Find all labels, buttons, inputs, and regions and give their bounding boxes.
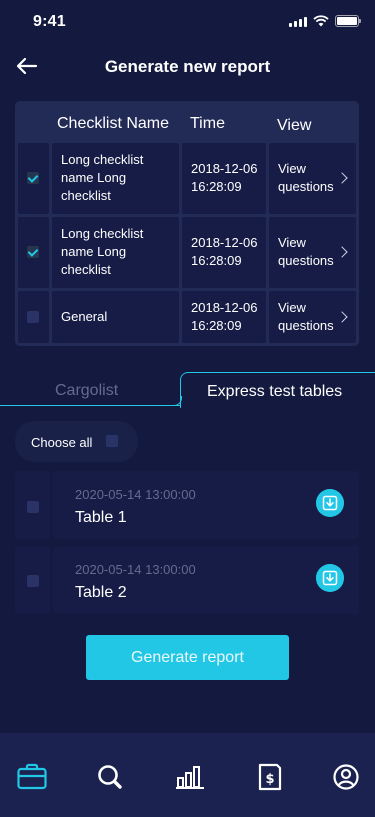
checklist-date: 2018-12-06 [191,235,258,250]
invoice-dollar-icon[interactable]: $ [254,761,286,793]
table-name: Table 1 [75,509,127,526]
row-checkbox[interactable] [27,501,39,513]
briefcase-icon[interactable] [16,761,48,793]
view-questions-link[interactable]: View questions [269,143,356,214]
svg-text:$: $ [265,772,274,787]
checklist-time: 16:28:09 [191,179,242,194]
checklist-name-line: name Long [61,244,127,259]
checklist-date: 2018-12-06 [191,161,258,176]
tab-express-test-tables[interactable]: Express test tables [180,372,375,408]
table-name: Table 2 [75,584,127,601]
view-questions-label: View [278,235,306,250]
checkbox-cell[interactable] [18,217,49,288]
checklist-date: 2018-12-06 [191,300,258,315]
checklist-name-line: Long checklist [61,226,144,241]
checklist-table-header: Checklist Name Time View [15,101,359,141]
page-title: Generate new report [104,57,271,76]
checklist-name-cell: Long checklist name Long checklist [52,143,179,214]
status-time: 9:41 [33,13,66,30]
table-item[interactable]: 2020-05-14 13:00:00 Table 2 [53,546,359,614]
wifi-icon [313,15,329,27]
tab-divider [0,405,181,406]
header: Generate new report [0,44,375,88]
user-icon[interactable] [330,761,362,793]
chevron-right-icon [336,172,348,184]
checklist-time: 16:28:09 [191,318,242,333]
signal-icon [289,16,307,27]
checkbox-cell[interactable] [15,471,50,539]
view-questions-label: questions [278,253,334,268]
checklist-row: General 2018-12-06 16:28:09 View questio… [18,291,356,343]
table-date: 2020-05-14 13:00:00 [75,562,196,577]
checklist-name-line: checklist [61,262,111,277]
row-checkbox[interactable] [27,172,39,184]
bottom-nav: $ [0,733,375,817]
checklist-row: Long checklist name Long checklist 2018-… [18,217,356,288]
generate-report-button[interactable]: Generate report [86,635,289,680]
tab-express-label: Express test tables [207,383,343,400]
search-icon[interactable] [94,761,126,793]
row-checkbox[interactable] [27,246,39,258]
checklist-table: Checklist Name Time View Long checklist … [15,101,359,346]
column-header-name: Checklist Name [57,115,170,132]
chevron-right-icon [336,311,348,323]
checklist-name-line: General [61,309,108,324]
choose-all-toggle[interactable]: Choose all [15,421,138,462]
list-item: 2020-05-14 13:00:00 Table 1 [15,471,359,539]
checkbox-cell[interactable] [18,143,49,214]
view-questions-label: questions [278,179,334,194]
checklist-name-line: Long checklist [61,152,144,167]
checklist-time-cell: 2018-12-06 16:28:09 [182,217,266,288]
row-checkbox[interactable] [27,575,39,587]
view-questions-label: View [278,161,306,176]
checklist-time-cell: 2018-12-06 16:28:09 [182,291,266,343]
checklist-time: 16:28:09 [191,253,242,268]
download-icon[interactable] [316,489,344,517]
checklist-name-cell: Long checklist name Long checklist [52,217,179,288]
list-item: 2020-05-14 13:00:00 Table 2 [15,546,359,614]
view-questions-link[interactable]: View questions [269,291,356,343]
checklist-time-cell: 2018-12-06 16:28:09 [182,143,266,214]
table-date: 2020-05-14 13:00:00 [75,487,196,502]
download-icon[interactable] [316,564,344,592]
column-header-time: Time [190,115,225,132]
status-icons [289,15,361,27]
table-item[interactable]: 2020-05-14 13:00:00 Table 1 [53,471,359,539]
choose-all-checkbox[interactable] [106,435,118,447]
row-checkbox[interactable] [27,311,39,323]
column-header-view: View [277,117,312,134]
checkbox-cell[interactable] [18,291,49,343]
checklist-row: Long checklist name Long checklist 2018-… [18,143,356,214]
chevron-right-icon [336,246,348,258]
checkbox-cell[interactable] [15,546,50,614]
checklist-name-line: checklist [61,188,111,203]
view-questions-label: View [278,300,306,315]
tab-cargolist[interactable]: Cargolist [55,382,118,400]
view-questions-link[interactable]: View questions [269,217,356,288]
battery-icon [335,15,361,27]
choose-all-label: Choose all [31,435,93,450]
status-bar: 9:41 [0,0,375,44]
view-questions-label: questions [278,318,334,333]
bar-chart-icon[interactable] [174,761,206,793]
checklist-name-cell: General [52,291,179,343]
checklist-name-line: name Long [61,170,127,185]
tab-bar: Cargolist Express test tables [0,366,375,408]
